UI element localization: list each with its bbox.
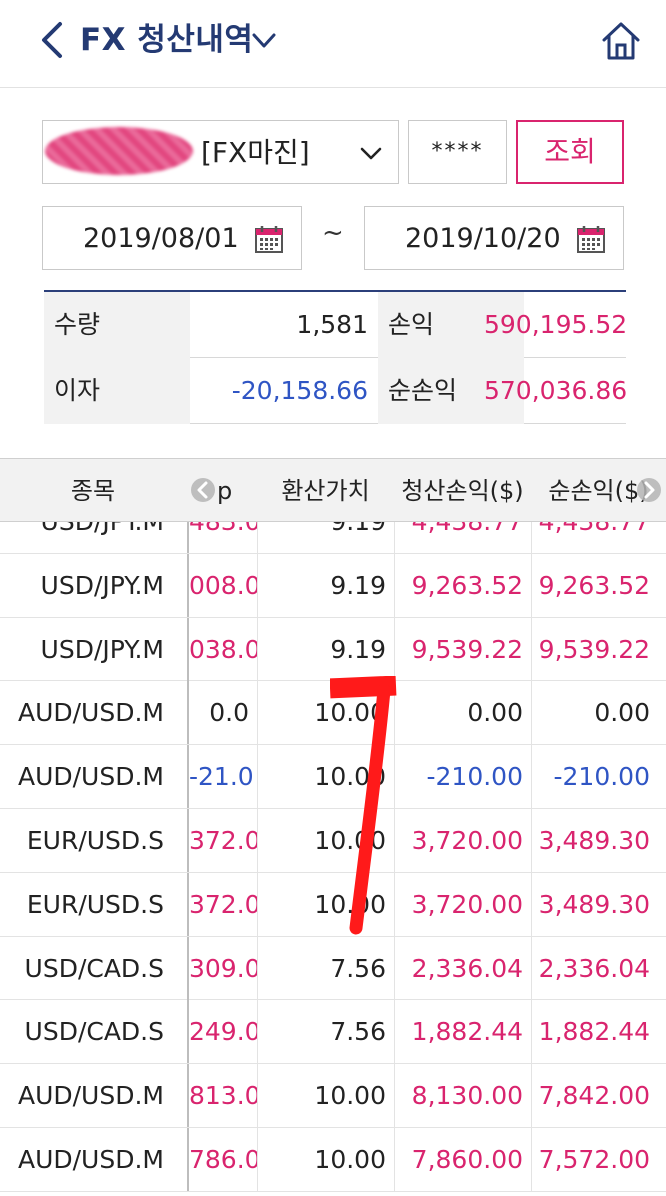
date-range-separator: ~ — [322, 218, 344, 248]
symbol-cell: AUD/USD.M — [17, 1144, 164, 1174]
pip-cell: 786.0 — [187, 1127, 257, 1191]
settlement-pl-cell: 2,336.04 — [394, 936, 531, 1000]
symbol-cell: USD/JPY.M — [40, 570, 164, 600]
conversion-cell: 7.56 — [257, 936, 394, 1000]
table-row[interactable]: USD/CAD.S 249.0 7.56 1,882.44 1,882.44 — [0, 1000, 666, 1065]
net-pl-cell: 9,539.22 — [531, 617, 666, 681]
account-select[interactable]: [FX마진] — [42, 120, 399, 184]
quantity-label: 수량 — [44, 292, 190, 358]
net-pl-cell: 9,263.52 — [531, 553, 666, 617]
scroll-right-icon[interactable] — [636, 476, 662, 504]
chevron-down-icon — [252, 33, 276, 48]
table-row[interactable]: USD/CAD.S 309.0 7.56 2,336.04 2,336.04 — [0, 936, 666, 1001]
symbol-cell: AUD/USD.M — [17, 762, 164, 792]
pip-cell: 372.0 — [187, 808, 257, 872]
password-input[interactable]: **** — [408, 120, 507, 184]
account-number-redaction — [45, 127, 193, 175]
net-pl-value: 570,036.86 — [484, 376, 628, 405]
account-type-label: [FX마진] — [201, 136, 310, 169]
net-pl-cell: 2,336.04 — [531, 936, 666, 1000]
summary-row: 이자 -20,158.66 순손익 570,036.86 — [44, 358, 628, 424]
date-to-field[interactable]: 2019/10/20 — [364, 206, 624, 270]
scroll-left-icon[interactable] — [190, 476, 216, 504]
conversion-cell: 10.00 — [257, 1064, 394, 1128]
net-pl-cell: 3,489.30 — [531, 808, 666, 872]
date-from-field[interactable]: 2019/08/01 — [42, 206, 302, 270]
conversion-cell: 7.56 — [257, 1000, 394, 1064]
column-header-conversion: 환산가치 — [281, 477, 370, 505]
conversion-cell: 9.19 — [257, 553, 394, 617]
net-pl-cell: 0.00 — [531, 681, 666, 745]
settlement-pl-cell: 9,263.52 — [394, 553, 531, 617]
symbol-cell: AUD/USD.M — [17, 698, 164, 728]
settlement-pl-cell: 7,860.00 — [394, 1127, 531, 1191]
back-chevron-icon — [42, 22, 62, 58]
page-title[interactable]: FX 청산내역 — [80, 18, 253, 62]
settlement-pl-cell: 1,882.44 — [394, 1000, 531, 1064]
symbol-cell: AUD/USD.M — [17, 1081, 164, 1111]
pip-cell: 008.0 — [187, 553, 257, 617]
pl-value: 590,195.52 — [484, 310, 628, 339]
app-header: FX 청산내역 — [0, 0, 666, 88]
conversion-cell: 9.19 — [257, 617, 394, 681]
settlement-pl-cell: 8,130.00 — [394, 1064, 531, 1128]
home-icon — [602, 22, 640, 60]
net-pl-cell: 1,882.44 — [531, 1000, 666, 1064]
settlement-pl-cell: 0.00 — [394, 681, 531, 745]
pip-cell: 372.0 — [187, 872, 257, 936]
settlement-pl-cell: 3,720.00 — [394, 872, 531, 936]
pip-cell: 813.0 — [187, 1064, 257, 1128]
date-from-value: 2019/08/01 — [83, 223, 239, 254]
symbol-cell: USD/CAD.S — [24, 953, 164, 983]
settlement-pl-cell: 9,539.22 — [394, 617, 531, 681]
symbol-cell: USD/CAD.S — [24, 1017, 164, 1047]
pip-cell: 0.0 — [187, 681, 257, 745]
table-row[interactable]: USD/JPY.M 038.0 9.19 9,539.22 9,539.22 — [0, 617, 666, 682]
search-button[interactable]: 조회 — [516, 120, 624, 184]
column-header-settlement-pl: 청산손익($) — [401, 477, 524, 505]
conversion-cell: 10.00 — [257, 1127, 394, 1191]
pip-cell: 038.0 — [187, 617, 257, 681]
symbol-cell: EUR/USD.S — [26, 889, 164, 919]
date-to-value: 2019/10/20 — [405, 223, 561, 254]
net-pl-cell: 7,842.00 — [531, 1064, 666, 1128]
settlement-pl-cell: -210.00 — [394, 745, 531, 809]
chevron-down-icon — [360, 147, 382, 160]
summary-row: 수량 1,581 손익 590,195.52 — [44, 292, 628, 358]
net-pl-cell: -210.00 — [531, 745, 666, 809]
table-row[interactable]: AUD/USD.M 813.0 10.00 8,130.00 7,842.00 — [0, 1064, 666, 1128]
calendar-icon[interactable] — [253, 223, 285, 255]
pip-cell: 309.0 — [187, 936, 257, 1000]
quantity-value: 1,581 — [296, 310, 368, 339]
home-button[interactable] — [598, 18, 644, 64]
summary-table: 수량 1,581 손익 590,195.52 이자 -20,158.66 순손익… — [44, 290, 628, 424]
column-header-symbol: 종목 — [70, 477, 116, 505]
pip-cell: -21.0 — [187, 745, 257, 809]
pip-cell: 249.0 — [187, 1000, 257, 1064]
net-pl-cell: 3,489.30 — [531, 872, 666, 936]
net-pl-cell: 7,572.00 — [531, 1127, 666, 1191]
title-dropdown-button[interactable] — [250, 26, 278, 54]
settlement-pl-cell: 3,720.00 — [394, 808, 531, 872]
symbol-cell: USD/JPY.M — [40, 634, 164, 664]
table-header: 종목 p 환산가치 청산손익($) 순손익($) — [0, 458, 666, 522]
column-header-pip-label: p — [217, 477, 233, 505]
table-row[interactable]: AUD/USD.M 786.0 10.00 7,860.00 7,572.00 — [0, 1127, 666, 1192]
back-button[interactable] — [34, 18, 74, 62]
handwritten-seven-annotation — [330, 676, 397, 935]
interest-value: -20,158.66 — [231, 376, 368, 405]
symbol-cell: EUR/USD.S — [26, 825, 164, 855]
table-row[interactable]: USD/JPY.M 008.0 9.19 9,263.52 9,263.52 — [0, 553, 666, 618]
interest-label: 이자 — [44, 358, 190, 424]
calendar-icon[interactable] — [575, 223, 607, 255]
